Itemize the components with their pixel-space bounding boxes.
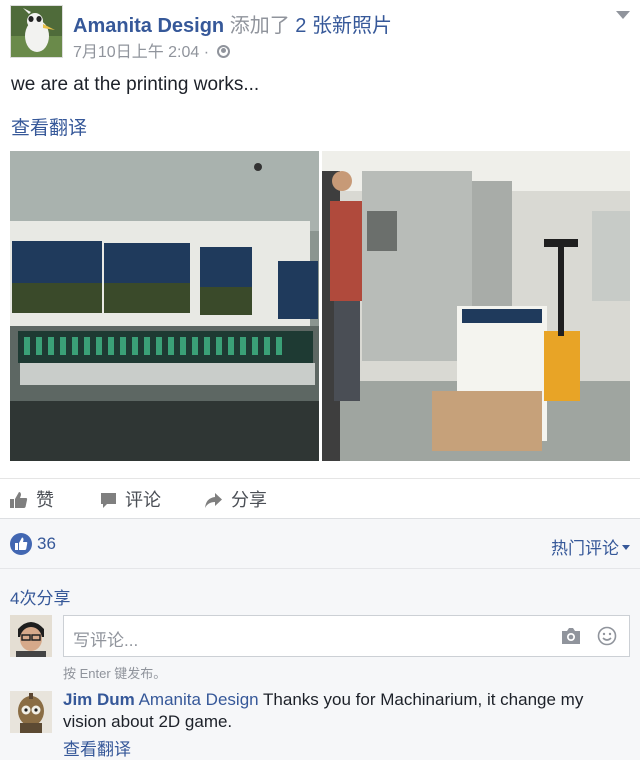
like-reaction-icon[interactable] — [10, 533, 32, 555]
post-header: Amanita Design 添加了 2 张新照片 7月10日上午 2:04 · — [10, 5, 630, 61]
reactions-row: 36 热门评论 — [0, 519, 640, 569]
caret-down-icon — [622, 545, 630, 550]
enter-to-post-hint: 按 Enter 键发布。 — [63, 666, 167, 681]
feedback-section: 36 热门评论 4次分享 写评论... 按 Enter 键发布。 Jim Dum… — [0, 518, 640, 760]
comment-label: 评论 — [125, 490, 161, 510]
like-label: 赞 — [36, 490, 54, 510]
current-user-avatar[interactable] — [10, 615, 52, 657]
camera-icon[interactable] — [561, 627, 581, 650]
thumbs-up-icon — [10, 491, 28, 514]
page-avatar[interactable] — [10, 5, 63, 58]
timestamp-time[interactable]: 2:04 — [168, 44, 199, 61]
comment-icon — [100, 492, 117, 514]
post-text: we are at the printing works... — [11, 74, 260, 95]
share-count-link[interactable]: 4次分享 — [10, 584, 70, 609]
comment-input[interactable]: 写评论... — [63, 615, 630, 657]
separator-dot: · — [203, 44, 210, 61]
comment-placeholder: 写评论... — [73, 631, 139, 650]
photo-printing-press[interactable] — [10, 151, 319, 461]
commenter-avatar[interactable] — [10, 691, 52, 733]
like-button[interactable]: 赞 — [10, 486, 54, 514]
see-translation-link[interactable]: 查看翻译 — [11, 113, 87, 140]
post-card: Amanita Design 添加了 2 张新照片 7月10日上午 2:04 ·… — [0, 0, 640, 518]
photo-grid — [10, 151, 630, 461]
commenter-name-link[interactable]: Jim Dum — [63, 690, 135, 709]
globe-icon[interactable] — [216, 45, 230, 58]
comment-sort-label: 热门评论 — [551, 539, 619, 558]
action-prefix: 添加了 — [229, 15, 290, 37]
comment-see-translation-link[interactable]: 查看翻译 — [63, 735, 131, 760]
comment-button[interactable]: 评论 — [100, 486, 161, 514]
comment-composer: 写评论... — [10, 615, 630, 657]
header-title: Amanita Design 添加了 2 张新照片 — [73, 9, 392, 38]
chevron-down-icon[interactable] — [616, 11, 630, 19]
comment-sort-dropdown[interactable]: 热门评论 — [551, 534, 630, 559]
share-label: 分享 — [231, 490, 267, 510]
photo-count-link[interactable]: 2 — [295, 15, 306, 37]
comment-content: Jim Dum Amanita Design Thanks you for Ma… — [63, 689, 623, 733]
page-name-link[interactable]: Amanita Design — [73, 15, 224, 37]
emoji-icon[interactable] — [597, 626, 617, 651]
share-button[interactable]: 分享 — [204, 486, 267, 514]
photo-printing-works[interactable] — [322, 151, 630, 461]
timestamp-date[interactable]: 7月10日上午 — [73, 44, 164, 61]
tagged-page-link[interactable]: Amanita Design — [139, 690, 259, 709]
post-timestamp: 7月10日上午 2:04 · — [73, 38, 230, 62]
photo-suffix-link[interactable]: 张新照片 — [312, 15, 392, 37]
share-arrow-icon — [204, 492, 223, 514]
post-actions-bar: 赞 评论 分享 — [0, 478, 640, 518]
like-count[interactable]: 36 — [37, 534, 56, 554]
